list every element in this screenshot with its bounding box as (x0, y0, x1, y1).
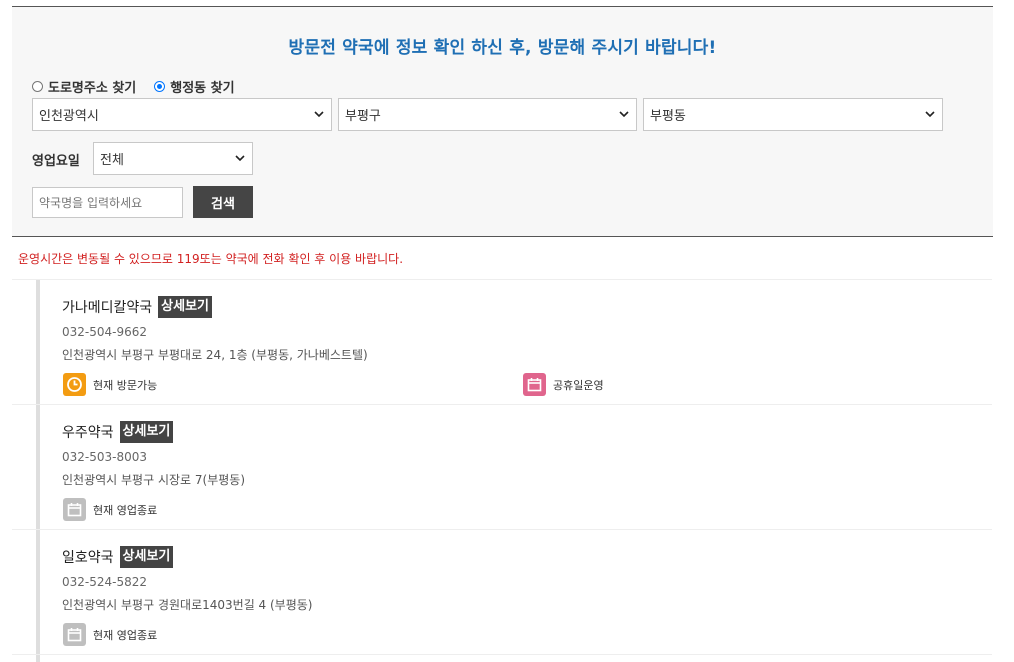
business-day-label: 영업요일 (32, 154, 80, 169)
status-visit-available: 현재 방문가능 (63, 373, 157, 396)
pharmacy-phone: 032-504-9662 (62, 325, 148, 339)
pharmacy-name: 우주약국 (62, 425, 114, 441)
detail-button[interactable]: 상세보기 (158, 296, 213, 318)
pharmacy-address: 인천광역시 부평구 부평대로 24, 1층 (부평동, 가나베스트텔) (62, 348, 368, 362)
pharmacy-item: 일호약국 상세보기 032-524-5822 인천광역시 부평구 경원대로140… (12, 530, 992, 655)
business-day-select-value: 전체 (100, 153, 124, 168)
radio-road-address-indicator[interactable] (32, 81, 43, 92)
radio-admin-dong-label: 행정동 찾기 (170, 81, 235, 96)
chevron-down-icon (235, 155, 245, 162)
city-select-value: 인천광역시 (39, 109, 99, 124)
pharmacy-finder-page: 방문전 약국에 정보 확인 하신 후, 방문해 주시기 바랍니다! 도로명주소 … (0, 0, 1014, 662)
pharmacy-phone: 032-503-8003 (62, 450, 148, 464)
detail-button[interactable]: 상세보기 (119, 421, 174, 443)
pharmacy-name-row: 가나메디칼약국 상세보기 (62, 296, 213, 318)
city-select[interactable]: 인천광역시 (32, 98, 332, 131)
pharmacy-item: 가나메디칼약국 상세보기 032-504-9662 인천광역시 부평구 부평대로… (12, 280, 992, 405)
status-label: 공휴일운영 (553, 378, 604, 392)
calendar-icon (63, 623, 86, 646)
dong-select-value: 부평동 (650, 109, 686, 124)
pharmacy-address: 인천광역시 부평구 시장로 7(부평동) (62, 473, 246, 487)
notice-title: 방문전 약국에 정보 확인 하신 후, 방문해 주시기 바랍니다! (288, 38, 717, 58)
chevron-down-icon (619, 111, 629, 118)
clock-icon (63, 373, 86, 396)
pharmacy-name: 일호약국 (62, 550, 114, 566)
business-day-select[interactable]: 전체 (93, 142, 253, 175)
detail-button[interactable]: 상세보기 (119, 546, 174, 568)
radio-road-address[interactable]: 도로명주소 찾기 (32, 77, 136, 96)
pharmacy-phone: 032-524-5822 (62, 575, 148, 589)
pharmacy-address: 인천광역시 부평구 경원대로1403번길 4 (부평동) (62, 598, 313, 612)
hours-warning: 운영시간은 변동될 수 있으므로 119또는 약국에 전화 확인 후 이용 바랍… (18, 252, 404, 266)
district-select[interactable]: 부평구 (338, 98, 637, 131)
status-closed: 현재 영업종료 (63, 498, 157, 521)
pharmacy-name-row: 일호약국 상세보기 (62, 546, 174, 568)
status-label: 현재 영업종료 (93, 628, 158, 642)
status-label: 현재 영업종료 (93, 503, 158, 517)
dong-select[interactable]: 부평동 (643, 98, 943, 131)
chevron-down-icon (314, 111, 324, 118)
search-mode-group: 도로명주소 찾기 행정동 찾기 (32, 77, 235, 96)
status-closed: 현재 영업종료 (63, 623, 157, 646)
status-label: 현재 방문가능 (93, 378, 158, 392)
pharmacy-name-input[interactable] (32, 187, 183, 218)
calendar-icon (63, 498, 86, 521)
district-select-value: 부평구 (345, 109, 381, 124)
search-panel: 방문전 약국에 정보 확인 하신 후, 방문해 주시기 바랍니다! 도로명주소 … (12, 6, 993, 237)
search-button[interactable]: 검색 (193, 186, 253, 218)
radio-admin-dong[interactable]: 행정동 찾기 (154, 77, 235, 96)
chevron-down-icon (925, 111, 935, 118)
radio-road-address-label: 도로명주소 찾기 (48, 81, 137, 96)
calendar-icon (523, 373, 546, 396)
pharmacy-name-row: 우주약국 상세보기 (62, 421, 174, 443)
radio-admin-dong-indicator[interactable] (154, 81, 166, 92)
pharmacy-item: 우주약국 상세보기 032-503-8003 인천광역시 부평구 시장로 7(부… (12, 405, 992, 530)
status-holiday-open: 공휴일운영 (523, 373, 604, 396)
pharmacy-name: 가나메디칼약국 (62, 300, 153, 316)
